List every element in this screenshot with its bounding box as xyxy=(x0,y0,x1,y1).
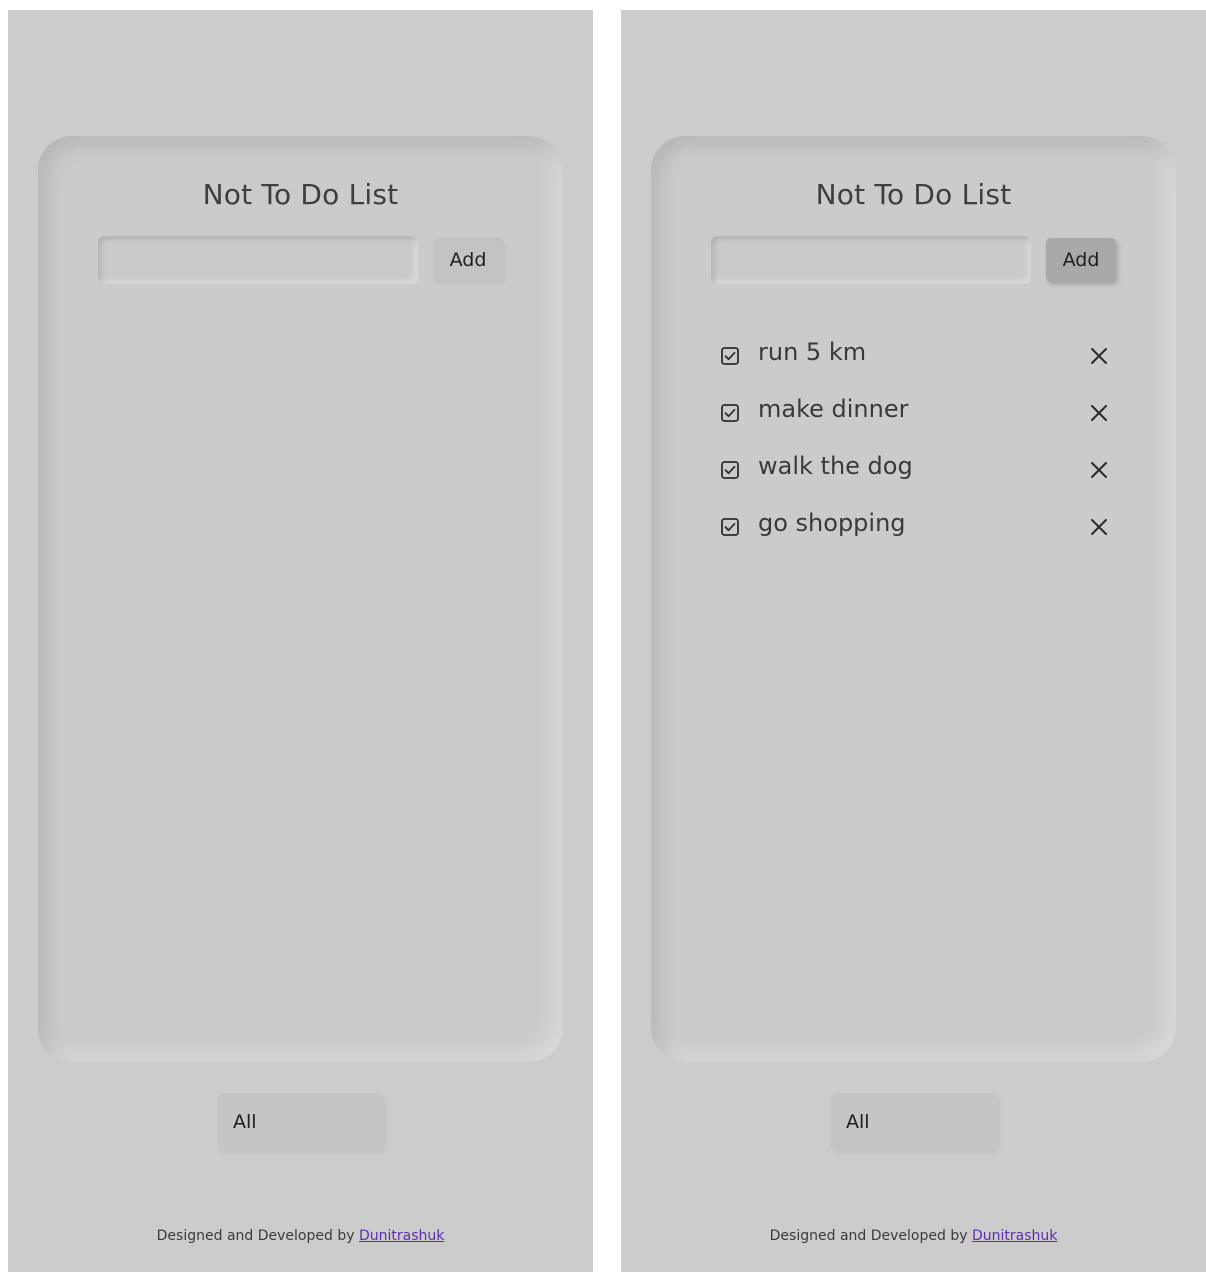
footer-text: Designed and Developed by xyxy=(156,1228,359,1244)
task-input[interactable] xyxy=(98,236,418,284)
app-screen-empty: Not To Do List Add All Designed and Deve… xyxy=(8,10,593,1272)
task-item: go shopping xyxy=(721,507,1113,564)
close-icon[interactable] xyxy=(1085,342,1113,370)
close-icon[interactable] xyxy=(1085,456,1113,484)
close-icon[interactable] xyxy=(1085,399,1113,427)
add-button[interactable]: Add xyxy=(433,238,503,282)
filter-select[interactable]: All xyxy=(218,1093,384,1151)
task-text: run 5 km xyxy=(758,338,867,366)
task-text: make dinner xyxy=(758,395,909,423)
task-text: walk the dog xyxy=(758,452,913,480)
task-list: run 5 km make dinner walk the dog go sho… xyxy=(721,336,1113,564)
todo-card: Not To Do List Add xyxy=(38,136,563,1062)
todo-card: Not To Do List Add run 5 km make dinner xyxy=(651,136,1176,1062)
filter-selected-label: All xyxy=(233,1111,257,1133)
checkbox-checked-icon[interactable] xyxy=(721,461,739,479)
close-icon[interactable] xyxy=(1085,513,1113,541)
checkbox-checked-icon[interactable] xyxy=(721,518,739,536)
task-text: go shopping xyxy=(758,509,906,537)
task-input[interactable] xyxy=(711,236,1031,284)
task-item: make dinner xyxy=(721,393,1113,450)
checkbox-checked-icon[interactable] xyxy=(721,347,739,365)
task-item: walk the dog xyxy=(721,450,1113,507)
app-title: Not To Do List xyxy=(815,178,1012,211)
filter-select[interactable]: All xyxy=(831,1093,997,1151)
app-screen-populated: Not To Do List Add run 5 km make dinner xyxy=(621,10,1206,1272)
filter-selected-label: All xyxy=(846,1111,870,1133)
footer: Designed and Developed by Dunitrashuk xyxy=(621,1228,1206,1244)
author-link[interactable]: Dunitrashuk xyxy=(359,1228,444,1244)
footer-text: Designed and Developed by xyxy=(769,1228,972,1244)
footer: Designed and Developed by Dunitrashuk xyxy=(8,1228,593,1244)
add-button[interactable]: Add xyxy=(1046,238,1116,282)
author-link[interactable]: Dunitrashuk xyxy=(972,1228,1057,1244)
task-item: run 5 km xyxy=(721,336,1113,393)
checkbox-checked-icon[interactable] xyxy=(721,404,739,422)
app-title: Not To Do List xyxy=(202,178,399,211)
